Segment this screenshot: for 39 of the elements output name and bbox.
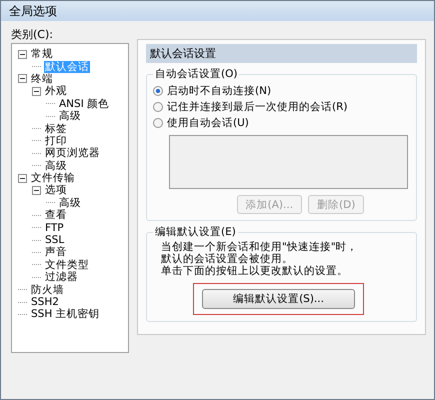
group-title: 自动会话设置(O) [154,67,238,81]
tree-item[interactable]: 常规 [30,48,54,60]
tree-item[interactable]: 文件类型 [44,258,90,271]
collapse-toggle-icon[interactable] [18,174,27,183]
tree-item[interactable]: 防火墙 [30,284,65,296]
description-text: 当创建一个新会话和使用"快速连接"时， 默认的会话设置会被使用。 单击下面的按钮上以更改默认的设置。 [160,241,359,277]
radio-button[interactable] [153,86,163,96]
tree-item[interactable]: SSH2 [30,296,60,308]
category-label: 类别(C): [11,27,54,43]
tree-item[interactable]: 声音 [44,246,68,258]
tree-item[interactable]: FTP [44,222,65,234]
tree-item[interactable]: 选项 [44,184,68,196]
window-title: 全局选项 [9,4,57,18]
tree-item[interactable]: 标签 [44,122,68,135]
radio-label[interactable]: 记住并连接到最后一次使用的会话(R) [167,100,348,114]
collapse-toggle-icon[interactable] [32,86,41,96]
collapse-toggle-icon[interactable] [18,50,27,59]
tree-item[interactable]: 打印 [44,134,68,147]
radio-label[interactable]: 启动时不自动连接(N) [167,84,272,98]
tree-item[interactable]: 网页浏览器 [44,147,101,160]
radio-button[interactable] [153,118,163,128]
group-title: 编辑默认设置(E) [154,225,237,239]
tree-item[interactable]: 终端 [30,72,54,85]
tree-item[interactable]: 高级 [44,160,68,172]
radio-button[interactable] [153,102,163,112]
tree-item[interactable]: 外观 [44,85,68,98]
tree-item[interactable]: 高级 [58,196,82,209]
tree-item[interactable]: 高级 [58,110,82,122]
radio-label[interactable]: 使用自动会话(U) [167,116,249,130]
tree-item[interactable]: SSL [44,234,66,246]
tree-item[interactable]: 过滤器 [44,271,79,284]
tree-item[interactable]: 文件传输 [30,172,76,184]
panel-header: 默认会话设置 [146,44,417,63]
collapse-toggle-icon[interactable] [32,186,41,195]
tree-item[interactable]: 查看 [44,209,68,222]
tree-item[interactable]: SSH 主机密钥 [30,308,101,320]
collapse-toggle-icon[interactable] [18,74,27,84]
tree-item[interactable]: ANSI 颜色 [58,98,110,110]
edit-defaults-button[interactable]: 编辑默认设置(S)... [202,289,355,309]
